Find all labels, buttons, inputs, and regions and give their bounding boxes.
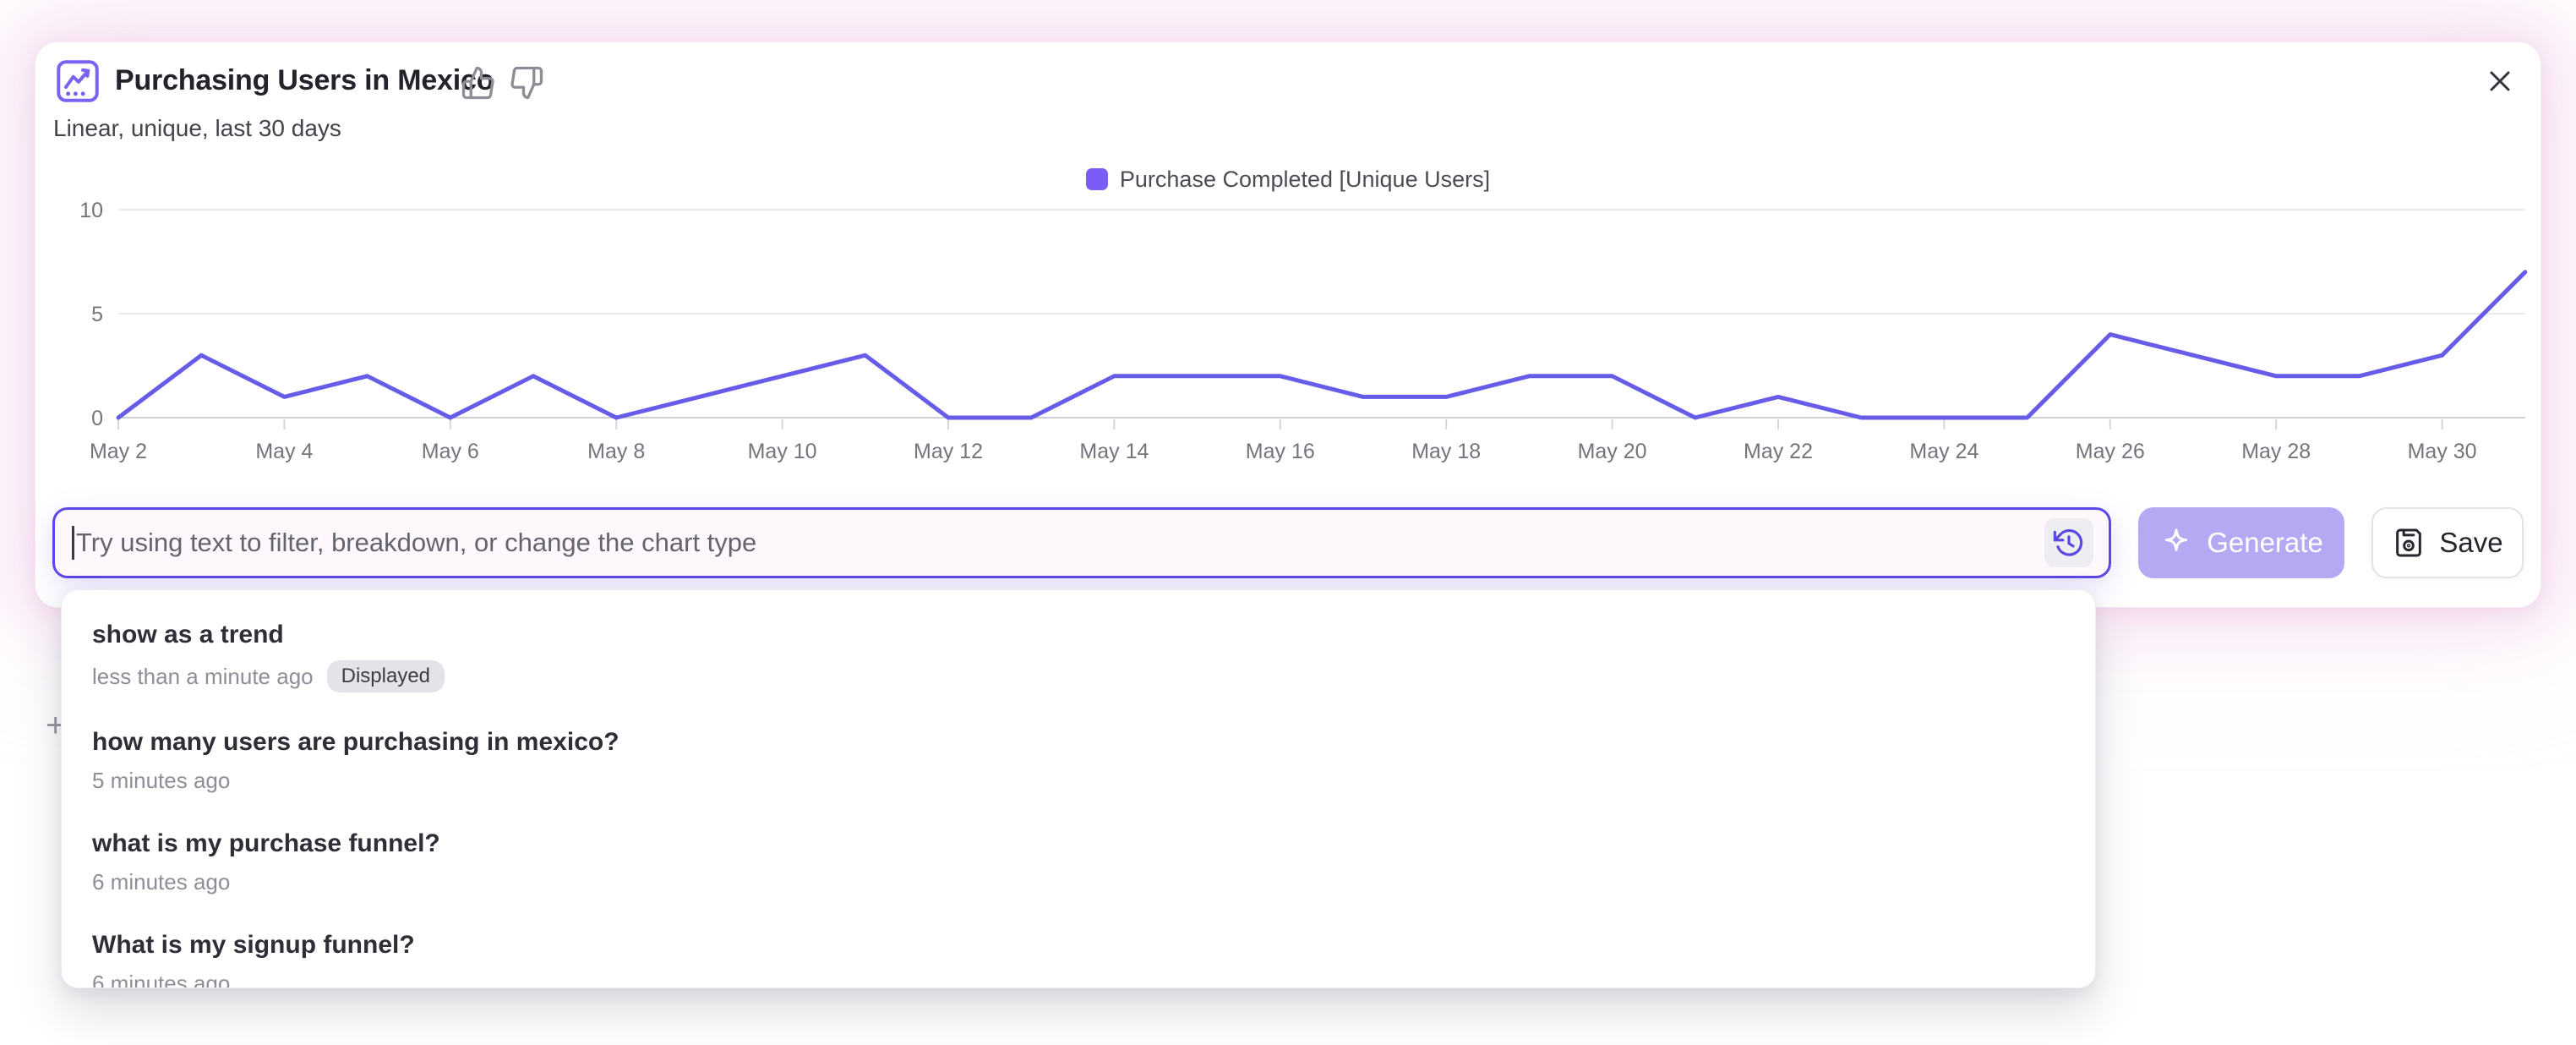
svg-text:May 12: May 12 bbox=[914, 440, 983, 463]
chart-subtitle: Linear, unique, last 30 days bbox=[53, 115, 341, 142]
history-item-time: 6 minutes ago bbox=[92, 971, 230, 988]
svg-text:May 24: May 24 bbox=[1909, 440, 1978, 463]
ai-prompt-input[interactable]: Try using text to filter, breakdown, or … bbox=[52, 507, 2111, 578]
svg-text:May 6: May 6 bbox=[422, 440, 479, 463]
svg-text:10: 10 bbox=[79, 199, 103, 222]
line-chart: 0 5 10 May 2 May 4 May 6 May 8 May 10 May 12 May … bbox=[35, 186, 2541, 490]
svg-text:May 10: May 10 bbox=[748, 440, 817, 463]
svg-text:May 2: May 2 bbox=[90, 440, 147, 463]
history-item-title: show as a trend bbox=[92, 621, 2065, 649]
svg-text:May 22: May 22 bbox=[1744, 440, 1813, 463]
svg-text:May 8: May 8 bbox=[587, 440, 645, 463]
sparkle-icon bbox=[2159, 526, 2193, 560]
history-item[interactable]: What is my signup funnel? 6 minutes ago bbox=[62, 912, 2095, 988]
displayed-badge: Displayed bbox=[327, 660, 445, 692]
line-chart-icon bbox=[54, 57, 101, 105]
page-title: Purchasing Users in Mexico bbox=[115, 64, 494, 97]
save-button[interactable]: Save bbox=[2371, 507, 2524, 578]
svg-text:May 18: May 18 bbox=[1411, 440, 1481, 463]
history-item-title: What is my signup funnel? bbox=[92, 931, 2065, 960]
history-item-title: what is my purchase funnel? bbox=[92, 829, 2065, 858]
history-item-title: how many users are purchasing in mexico? bbox=[92, 728, 2065, 757]
prompt-placeholder: Try using text to filter, breakdown, or … bbox=[76, 528, 2044, 558]
history-item[interactable]: show as a trend less than a minute ago D… bbox=[62, 602, 2095, 709]
svg-text:5: 5 bbox=[91, 303, 103, 326]
history-item[interactable]: what is my purchase funnel? 6 minutes ag… bbox=[62, 811, 2095, 912]
history-item[interactable]: how many users are purchasing in mexico?… bbox=[62, 709, 2095, 811]
history-item-time: less than a minute ago bbox=[92, 664, 314, 690]
svg-text:May 26: May 26 bbox=[2076, 440, 2145, 463]
text-caret bbox=[72, 526, 74, 560]
history-item-time: 5 minutes ago bbox=[92, 768, 230, 794]
save-label: Save bbox=[2439, 527, 2502, 559]
generate-label: Generate bbox=[2207, 527, 2323, 559]
svg-text:May 30: May 30 bbox=[2408, 440, 2477, 463]
save-icon bbox=[2392, 526, 2426, 560]
chart-card: Purchasing Users in Mexico Linear, uniqu… bbox=[35, 42, 2541, 607]
history-item-time: 6 minutes ago bbox=[92, 869, 230, 895]
svg-text:May 28: May 28 bbox=[2241, 440, 2311, 463]
svg-text:May 14: May 14 bbox=[1079, 440, 1149, 463]
history-button[interactable] bbox=[2044, 518, 2093, 567]
history-clock-icon bbox=[2053, 527, 2085, 559]
svg-text:May 4: May 4 bbox=[255, 440, 313, 463]
thumbs-up-icon[interactable] bbox=[461, 65, 496, 101]
generate-button[interactable]: Generate bbox=[2138, 507, 2344, 578]
query-history-dropdown: show as a trend less than a minute ago D… bbox=[61, 589, 2096, 988]
svg-text:May 20: May 20 bbox=[1578, 440, 1647, 463]
thumbs-down-icon[interactable] bbox=[509, 65, 544, 101]
svg-text:May 16: May 16 bbox=[1246, 440, 1315, 463]
close-icon[interactable] bbox=[2483, 64, 2517, 98]
svg-text:0: 0 bbox=[91, 407, 103, 430]
